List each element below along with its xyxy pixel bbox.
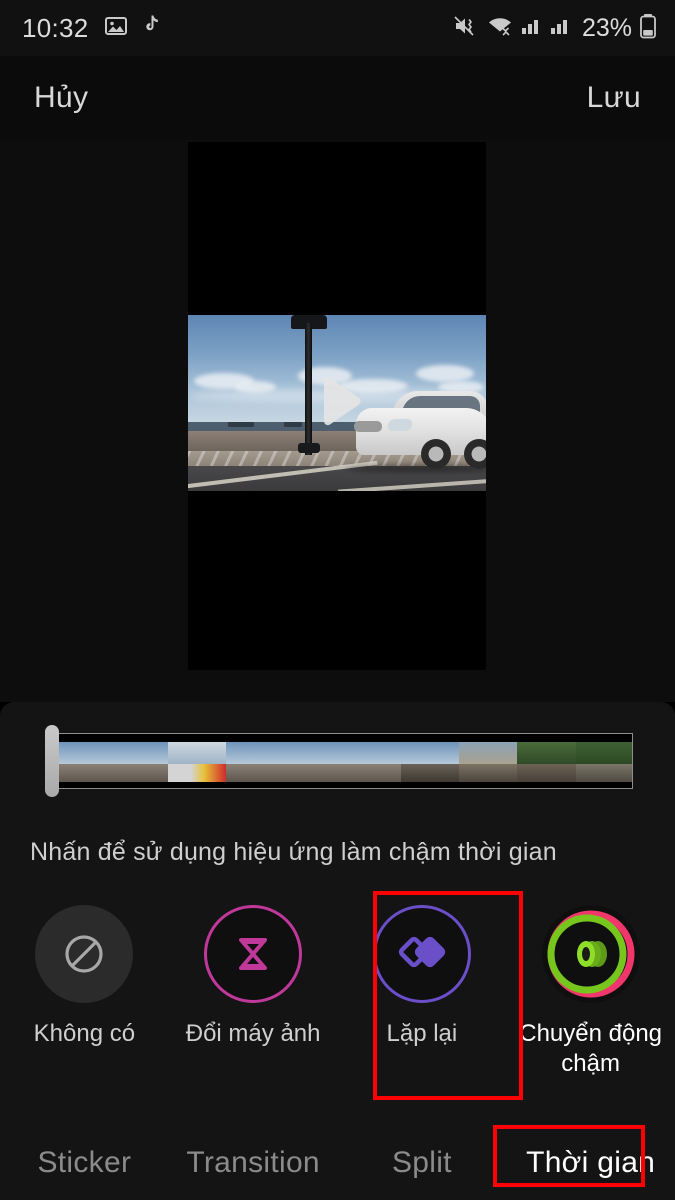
- hourglass-icon[interactable]: [204, 905, 303, 1003]
- boat: [228, 422, 254, 428]
- tab-time[interactable]: Thời gian: [506, 1146, 675, 1180]
- editor-top-bar: Hủy Lưu: [0, 56, 675, 140]
- filmstrip-thumb: [342, 742, 401, 782]
- car-wheel: [464, 439, 486, 469]
- signal-sim2-icon: [550, 14, 572, 43]
- effect-option-label: Đổi máy ảnh: [185, 1020, 321, 1047]
- signal-sim1-icon: [521, 14, 543, 43]
- car-wheel: [421, 439, 451, 469]
- tab-transition[interactable]: Transition: [169, 1146, 338, 1180]
- loop-diamonds-icon[interactable]: [372, 905, 471, 1003]
- tab-split[interactable]: Split: [338, 1146, 507, 1180]
- filmstrip-track[interactable]: [50, 733, 633, 789]
- cancel-button[interactable]: Hủy: [34, 81, 88, 115]
- battery-percent-label: 23%: [581, 13, 632, 42]
- effect-option-label: Chuyển động chậm: [519, 1020, 663, 1077]
- filmstrip-thumb: [167, 742, 226, 782]
- effect-option-label: Không có: [33, 1020, 136, 1047]
- effect-option-none[interactable]: Không có: [0, 905, 169, 1105]
- mute-vibrate-icon: [453, 14, 479, 43]
- timeline-filmstrip[interactable]: [0, 722, 675, 812]
- effect-option-label: Lặp lại: [386, 1020, 458, 1047]
- filmstrip-thumb: [109, 742, 168, 782]
- filmstrip-thumb: [575, 742, 632, 782]
- battery-icon: [639, 13, 657, 44]
- filmstrip-thumb: [51, 742, 110, 782]
- no-effect-icon[interactable]: [35, 905, 134, 1003]
- status-bar-system-icons: 23%: [453, 13, 657, 44]
- car-shadow: [346, 465, 486, 472]
- trim-handle[interactable]: [45, 725, 59, 797]
- tab-sticker[interactable]: Sticker: [0, 1146, 169, 1180]
- video-frame[interactable]: [188, 142, 486, 670]
- video-preview-area[interactable]: [0, 140, 675, 702]
- filmstrip-thumb: [284, 742, 343, 782]
- effect-option-slow-motion[interactable]: Chuyển động chậm: [506, 905, 675, 1105]
- filmstrip-thumb: [225, 742, 285, 782]
- effect-option-loop[interactable]: Lặp lại: [338, 905, 507, 1105]
- slow-motion-icon[interactable]: [541, 905, 640, 1003]
- filmstrip-thumb: [459, 742, 518, 782]
- wifi-icon: [486, 14, 514, 43]
- boat: [284, 422, 302, 428]
- effect-option-change-camera[interactable]: Đổi máy ảnh: [169, 905, 338, 1105]
- filmstrip-thumb: [517, 742, 576, 782]
- filmstrip-thumb: [400, 742, 460, 782]
- status-bar-notification-icons: [104, 14, 161, 43]
- save-button[interactable]: Lưu: [587, 81, 641, 115]
- photo-gallery-icon: [104, 14, 128, 43]
- cloud: [416, 365, 474, 382]
- car-headlight: [386, 419, 414, 431]
- status-bar-clock: 10:32: [22, 12, 89, 43]
- effect-options-row: Không có Đổi máy ảnh Lặp lại Chuyển động…: [0, 905, 675, 1105]
- filmstrip-thumbnails: [51, 742, 632, 782]
- editor-tab-bar: Sticker Transition Split Thời gian: [0, 1125, 675, 1200]
- status-bar: 10:32 23%: [0, 0, 675, 56]
- hint-text: Nhấn để sử dụng hiệu ứng làm chậm thời g…: [30, 838, 557, 866]
- play-icon[interactable]: [306, 375, 368, 437]
- lamppost-base: [298, 443, 320, 453]
- tiktok-icon: [141, 14, 161, 43]
